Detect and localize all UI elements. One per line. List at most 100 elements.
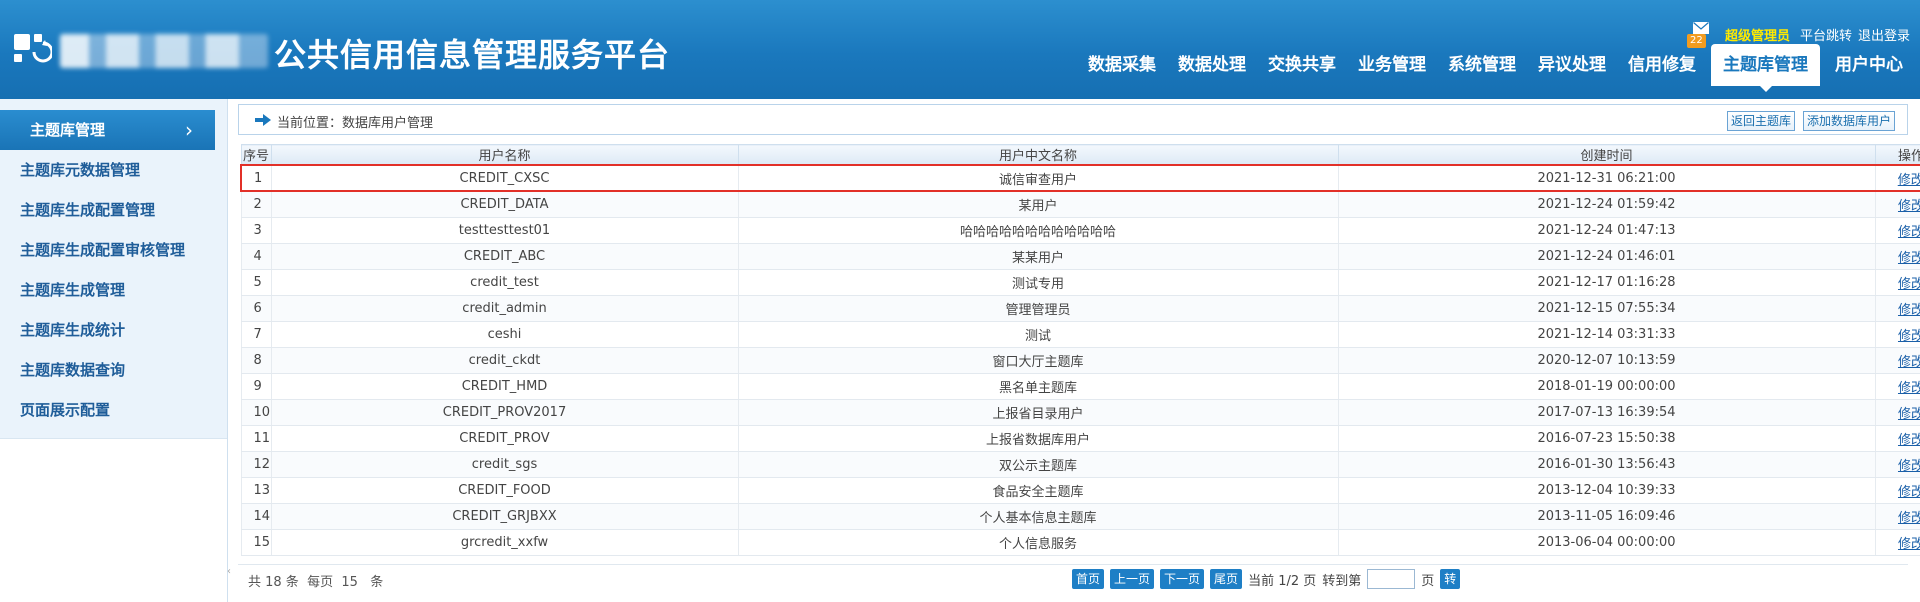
edit-link[interactable]: 修改 xyxy=(1898,251,1920,266)
first-page-button[interactable]: 首页 xyxy=(1072,569,1105,589)
row-action: 修改 xyxy=(1875,321,1920,348)
breadcrumb: 当前位置：数据库用户管理 返回主题库 添加数据库用户 xyxy=(238,104,1908,135)
arrow-right-icon xyxy=(255,114,271,126)
back-to-theme-button[interactable]: 返回主题库 xyxy=(1726,111,1795,131)
row-action: 修改 xyxy=(1875,217,1920,244)
edit-link[interactable]: 修改 xyxy=(1898,329,1920,344)
sidebar: 主题库管理 › 主题库元数据管理 主题库生成配置管理 主题库生成配置审核管理 主… xyxy=(0,99,228,602)
edit-link[interactable]: 修改 xyxy=(1898,433,1920,448)
nav-system-management[interactable]: 系统管理 xyxy=(1437,44,1527,86)
goto-page-input[interactable] xyxy=(1367,569,1416,589)
sidebar-item-page-display[interactable]: 页面展示配置 xyxy=(0,390,227,430)
table-row[interactable]: 11 CREDIT_PROV 上报省数据库用户 2016-07-23 15:50:38… xyxy=(240,425,1920,452)
next-page-button[interactable]: 下一页 xyxy=(1160,569,1205,589)
row-username: credit_ckdt xyxy=(271,347,739,374)
nav-business-management[interactable]: 业务管理 xyxy=(1347,44,1437,86)
col-header-created: 创建时间 xyxy=(1337,144,1876,166)
table-header-row: 序号 用户名称 用户中文名称 创建时间 操作 xyxy=(240,144,1920,166)
col-header-username: 用户名称 xyxy=(270,144,739,166)
row-cn-name: 上报省目录用户 xyxy=(738,399,1339,426)
row-username: CREDIT_FOOD xyxy=(271,477,739,504)
row-no: 9 xyxy=(240,373,272,400)
row-action: 修改 xyxy=(1875,269,1920,296)
sidebar-empty-area xyxy=(0,438,227,602)
sidebar-item-generation[interactable]: 主题库生成管理 xyxy=(0,270,227,310)
edit-link[interactable]: 修改 xyxy=(1898,381,1920,396)
row-action: 修改 xyxy=(1875,347,1920,374)
edit-link[interactable]: 修改 xyxy=(1898,485,1920,500)
platform-jump-link[interactable]: 平台跳转 xyxy=(1800,25,1852,44)
edit-link[interactable]: 修改 xyxy=(1898,173,1920,188)
row-action: 修改 xyxy=(1875,373,1920,400)
row-username: CREDIT_PROV xyxy=(271,425,739,452)
app-header: 公共信用信息管理服务平台 22 超级管理员 平台跳转 退出登录 数据采集 数据处… xyxy=(0,0,1920,99)
table-row[interactable]: 4 CREDIT_ABC 某某用户 2021-12-24 01:46:01 修改 xyxy=(240,243,1920,270)
nav-objection-handling[interactable]: 异议处理 xyxy=(1527,44,1617,86)
goto-button[interactable]: 转 xyxy=(1440,569,1461,589)
edit-link[interactable]: 修改 xyxy=(1898,511,1920,526)
row-username: CREDIT_HMD xyxy=(271,373,739,400)
sidebar-item-statistics[interactable]: 主题库生成统计 xyxy=(0,310,227,350)
table-row[interactable]: 10 CREDIT_PROV2017 上报省目录用户 2017-07-13 16:39… xyxy=(240,399,1920,426)
table-row[interactable]: 5 credit_test 测试专用 2021-12-17 01:16:28 修改 xyxy=(240,269,1920,296)
row-created: 2021-12-14 03:31:33 xyxy=(1338,321,1876,348)
edit-link[interactable]: 修改 xyxy=(1898,407,1920,422)
chevron-right-icon: › xyxy=(185,118,193,142)
table-row[interactable]: 2 CREDIT_DATA 某用户 2021-12-24 01:59:42 修改 xyxy=(240,191,1920,218)
table-row[interactable]: 15 grcredit_xxfw 个人信息服务 2013-06-04 00:00:00… xyxy=(240,529,1920,556)
logout-link[interactable]: 退出登录 xyxy=(1858,25,1910,44)
edit-link[interactable]: 修改 xyxy=(1898,303,1920,318)
table-row[interactable]: 12 credit_sgs 双公示主题库 2016-01-30 13:56:43 修改 xyxy=(240,451,1920,478)
nav-exchange-share[interactable]: 交换共享 xyxy=(1257,44,1347,86)
sidebar-item-metadata[interactable]: 主题库元数据管理 xyxy=(0,150,227,190)
nav-data-processing[interactable]: 数据处理 xyxy=(1167,44,1257,86)
row-cn-name: 某用户 xyxy=(738,191,1339,218)
nav-data-collection[interactable]: 数据采集 xyxy=(1077,44,1167,86)
row-no: 5 xyxy=(240,269,272,296)
edit-link[interactable]: 修改 xyxy=(1898,199,1920,214)
nav-theme-library[interactable]: 主题库管理 xyxy=(1711,44,1820,92)
row-no: 8 xyxy=(240,347,272,374)
row-created: 2016-07-23 15:50:38 xyxy=(1338,425,1876,452)
sidebar-item-data-query[interactable]: 主题库数据查询 xyxy=(0,350,227,390)
last-page-button[interactable]: 尾页 xyxy=(1210,569,1243,589)
sidebar-header[interactable]: 主题库管理 › xyxy=(0,110,215,150)
table-row[interactable]: 1 CREDIT_CXSC 诚信审查用户 2021-12-31 06:21:00 修改 xyxy=(240,164,1920,192)
edit-link[interactable]: 修改 xyxy=(1898,225,1920,240)
edit-link[interactable]: 修改 xyxy=(1898,277,1920,292)
sidebar-item-gen-config[interactable]: 主题库生成配置管理 xyxy=(0,190,227,230)
edit-link[interactable]: 修改 xyxy=(1898,459,1920,474)
breadcrumb-text: 当前位置：数据库用户管理 xyxy=(277,116,434,131)
prev-page-button[interactable]: 上一页 xyxy=(1110,569,1155,589)
table-row[interactable]: 8 credit_ckdt 窗口大厅主题库 2020-12-07 10:13:59 修改 xyxy=(240,347,1920,374)
sidebar-collapse-handle[interactable]: ‹ xyxy=(227,566,232,596)
row-created: 2021-12-31 06:21:00 xyxy=(1338,164,1876,192)
nav-user-center[interactable]: 用户中心 xyxy=(1824,44,1914,86)
row-action: 修改 xyxy=(1875,191,1920,218)
table-row[interactable]: 6 credit_admin 管理管理员 2021-12-15 07:55:34 修改 xyxy=(240,295,1920,322)
row-username: testtesttest01 xyxy=(271,217,739,244)
add-db-user-button[interactable]: 添加数据库用户 xyxy=(1802,111,1895,131)
row-cn-name: 个人信息服务 xyxy=(738,529,1339,556)
table-body: 1 CREDIT_CXSC 诚信审查用户 2021-12-31 06:21:00 修改 2… xyxy=(240,164,1920,556)
row-username: CREDIT_CXSC xyxy=(271,164,739,192)
nav-credit-repair[interactable]: 信用修复 xyxy=(1617,44,1707,86)
edit-link[interactable]: 修改 xyxy=(1898,537,1920,552)
row-cn-name: 食品安全主题库 xyxy=(738,477,1339,504)
table-row[interactable]: 13 CREDIT_FOOD 食品安全主题库 2013-12-04 10:39:33 修… xyxy=(240,477,1920,504)
row-username: CREDIT_DATA xyxy=(271,191,739,218)
row-no: 3 xyxy=(240,217,272,244)
current-user[interactable]: 超级管理员 xyxy=(1725,25,1790,44)
row-cn-name: 测试专用 xyxy=(738,269,1339,296)
row-cn-name: 黑名单主题库 xyxy=(738,373,1339,400)
row-action: 修改 xyxy=(1875,451,1920,478)
table-row[interactable]: 9 CREDIT_HMD 黑名单主题库 2018-01-19 00:00:00 修改 xyxy=(240,373,1920,400)
row-no: 13 xyxy=(240,477,272,504)
table-row[interactable]: 3 testtesttest01 哈哈哈哈哈哈哈哈哈哈哈哈 2021-12-24 01… xyxy=(240,217,1920,244)
table-row[interactable]: 7 ceshi 测试 2021-12-14 03:31:33 修改 xyxy=(240,321,1920,348)
sidebar-item-gen-config-review[interactable]: 主题库生成配置审核管理 xyxy=(0,230,227,270)
row-created: 2016-01-30 13:56:43 xyxy=(1338,451,1876,478)
row-no: 10 xyxy=(240,399,272,426)
edit-link[interactable]: 修改 xyxy=(1898,355,1920,370)
table-row[interactable]: 14 CREDIT_GRJBXX 个人基本信息主题库 2013-11-05 16:09… xyxy=(240,503,1920,530)
